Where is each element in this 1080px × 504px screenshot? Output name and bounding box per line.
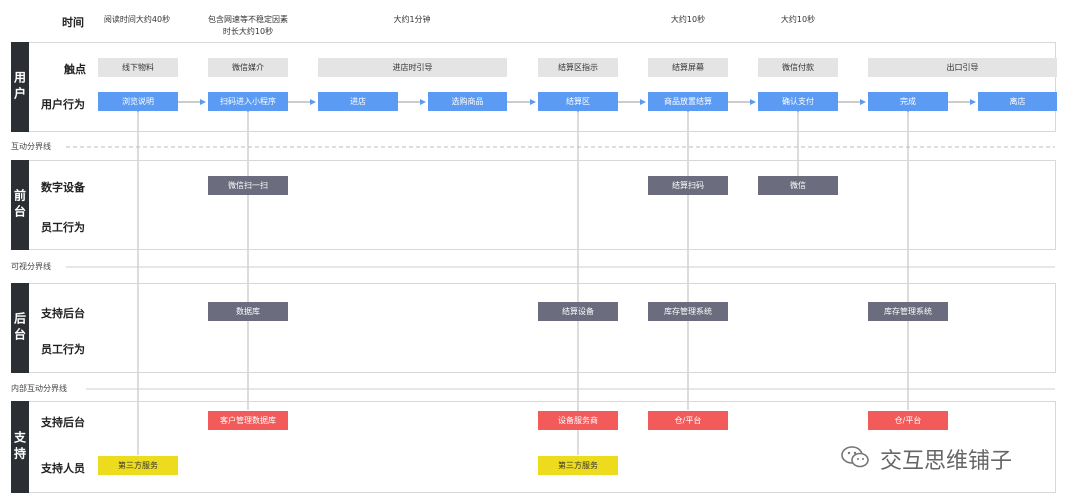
support-third-party-1: 第三方服务 [98, 456, 178, 475]
touchpoint-wechat-pay: 微信付款 [758, 58, 838, 77]
interaction-divider-label: 互动分界线 [11, 142, 51, 151]
user-action-browse: 浏览说明 [98, 92, 178, 111]
user-action-checkout-area: 结算区 [538, 92, 618, 111]
row-label-staff-action-front: 员工行为 [41, 221, 85, 234]
user-action-scan: 扫码进入小程序 [208, 92, 288, 111]
row-label-staff-action-back: 员工行为 [41, 343, 85, 356]
back-inventory-system-2: 库存管理系统 [868, 302, 948, 321]
wechat-logo-icon [840, 445, 870, 469]
time-cell-store: 大约1分钟 [393, 15, 431, 24]
watermark-text: 交互思维铺子 [880, 449, 1013, 474]
touchpoint-checkout-sign: 结算区指示 [538, 58, 618, 77]
user-action-shop: 选购商品 [428, 92, 507, 111]
row-label-support-backend: 支持后台 [41, 416, 85, 429]
front-section [28, 160, 1056, 250]
back-checkout-device: 结算设备 [538, 302, 618, 321]
row-label-digital-device: 数字设备 [41, 181, 85, 194]
touchpoint-exit-guide: 出口引导 [868, 58, 1057, 77]
user-action-confirm-pay: 确认支付 [758, 92, 838, 111]
user-action-place-items: 商品放置结算 [648, 92, 728, 111]
device-wechat-scan: 微信扫一扫 [208, 176, 288, 195]
user-action-complete: 完成 [868, 92, 948, 111]
time-cell-browse: 阅读时间大约40秒 [103, 15, 171, 24]
section-tab-support: 支持 [11, 401, 29, 493]
back-database: 数据库 [208, 302, 288, 321]
row-label-support-staff: 支持人员 [41, 462, 85, 475]
touchpoint-offline-material: 线下物料 [98, 58, 178, 77]
back-inventory-system-1: 库存管理系统 [648, 302, 728, 321]
time-cell-scan: 包含网速等不稳定因素 时长大约10秒 [208, 15, 288, 36]
support-third-party-2: 第三方服务 [538, 456, 618, 475]
row-label-user-action: 用户行为 [41, 98, 85, 111]
support-warehouse-2: 仓/平台 [868, 411, 948, 430]
device-wechat: 微信 [758, 176, 838, 195]
back-section [28, 283, 1056, 373]
touchpoint-store-guide: 进店时引导 [318, 58, 507, 77]
row-label-support-backend-back: 支持后台 [41, 307, 85, 320]
user-action-enter: 进店 [318, 92, 398, 111]
user-section [28, 42, 1056, 132]
internal-divider-label: 内部互动分界线 [11, 384, 67, 393]
section-tab-front: 前台 [11, 160, 29, 250]
touchpoint-wechat-media: 微信媒介 [208, 58, 288, 77]
support-device-vendor: 设备服务商 [538, 411, 618, 430]
row-label-touchpoint: 触点 [64, 63, 86, 76]
section-tab-back: 后台 [11, 283, 29, 373]
support-customer-db: 客户管理数据库 [208, 411, 288, 430]
time-cell-checkout: 大约10秒 [670, 15, 706, 24]
device-checkout-scan: 结算扫码 [648, 176, 728, 195]
touchpoint-checkout-screen: 结算屏幕 [648, 58, 728, 77]
section-tab-user: 用户 [11, 42, 29, 132]
visibility-divider-label: 可视分界线 [11, 262, 51, 271]
user-action-leave: 离店 [978, 92, 1057, 111]
time-cell-pay: 大约10秒 [780, 15, 816, 24]
support-warehouse-1: 仓/平台 [648, 411, 728, 430]
time-label: 时间 [62, 16, 84, 29]
